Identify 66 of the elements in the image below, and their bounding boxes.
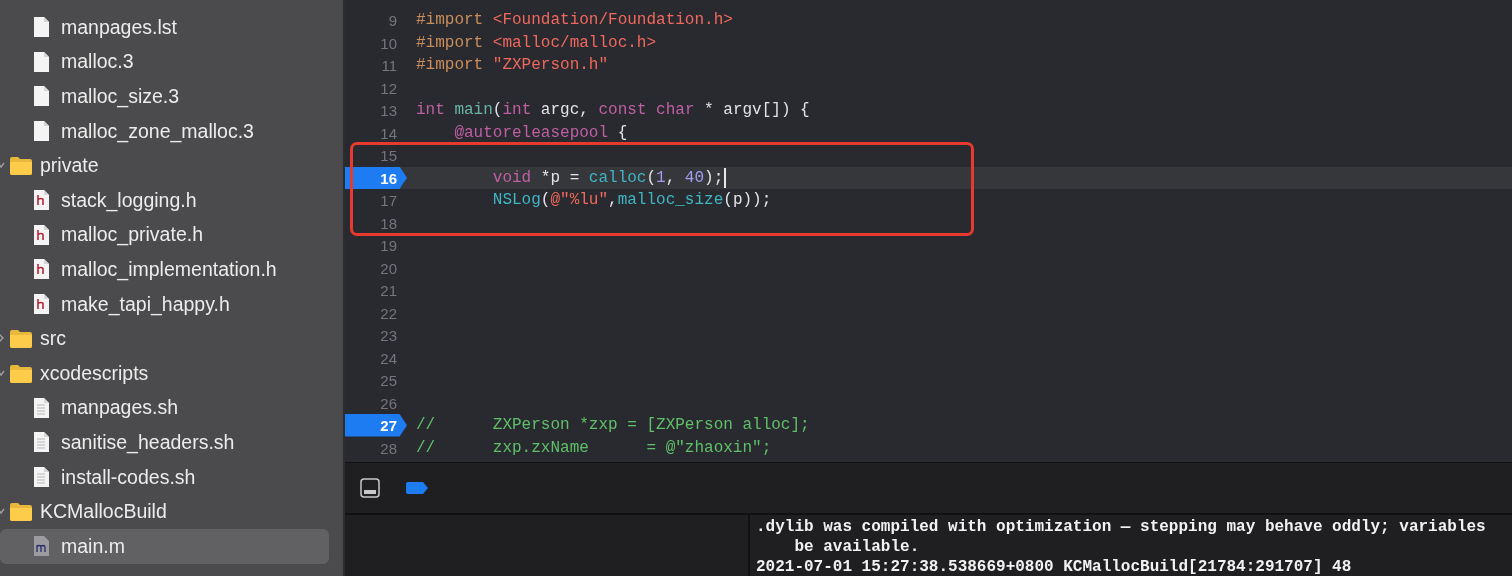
toggle-panel-button[interactable] (358, 476, 382, 500)
navigator-item[interactable]: stack_logging.h (0, 182, 329, 218)
line-number: 13 (379, 101, 398, 121)
code-line: int main(int argc, const char * argv[]) { (416, 101, 810, 120)
line-number: 12 (379, 78, 398, 99)
navigator-item[interactable]: malloc.3 (0, 44, 329, 80)
folder-icon (10, 363, 32, 383)
line-number: 23 (379, 326, 398, 346)
script-file-icon (33, 431, 50, 454)
line-number: 25 (379, 371, 398, 391)
line-number: 28 (379, 438, 398, 459)
line-number: 18 (379, 213, 398, 234)
header-file-icon (33, 223, 50, 246)
navigator-item[interactable]: make_tapi_happy.h (0, 286, 329, 322)
navigator-item[interactable]: manpages.sh (0, 390, 329, 426)
console-line: 2021-07-01 15:27:38.538669+0800 KCMallocBuild[21784:291707] 48 (756, 557, 1353, 576)
folder-icon (10, 329, 32, 349)
line-number: 10 (379, 33, 398, 54)
navigator-item[interactable]: malloc_implementation.h (0, 252, 329, 287)
code-line: #import "ZXPerson.h" (416, 56, 609, 75)
navigator-item[interactable]: malloc_zone_malloc.3 (0, 113, 329, 149)
console-line: be available. (793, 537, 921, 557)
code-line: @autoreleasepool { (453, 123, 628, 142)
folder-icon (10, 156, 32, 176)
console-line: .dylib was compiled with optimization — stepping may behave oddly; variables (756, 517, 1487, 537)
document-icon (33, 120, 50, 143)
document-icon (33, 16, 50, 39)
script-file-icon (33, 396, 50, 419)
document-icon (33, 85, 50, 108)
line-number: 9 (387, 11, 398, 31)
breakpoint-marker[interactable]: 27 (345, 414, 407, 437)
navigator-item[interactable]: xcodescripts (0, 355, 329, 391)
line-number: 22 (379, 303, 398, 324)
code-line: #import <Foundation/Foundation.h> (416, 11, 733, 30)
navigator-item[interactable]: src (0, 321, 329, 356)
line-number: 19 (379, 236, 398, 256)
code-line: #import <malloc/malloc.h> (416, 33, 657, 52)
header-file-icon (33, 189, 50, 212)
document-icon (33, 50, 50, 73)
navigator-item[interactable]: malloc_size.3 (0, 79, 329, 114)
line-number: 14 (379, 123, 398, 144)
header-file-icon (33, 258, 50, 281)
navigator-item[interactable]: main.m (0, 528, 329, 564)
line-number: 26 (379, 393, 398, 414)
navigator-item[interactable]: install-codes.sh (0, 459, 329, 495)
line-number: 15 (379, 146, 398, 166)
line-number: 11 (380, 56, 398, 76)
navigator-item[interactable]: sanitise_headers.sh (0, 425, 329, 460)
breakpoint-marker[interactable]: 16 (345, 166, 407, 189)
line-number: 24 (379, 348, 398, 369)
navigator-item[interactable]: manpages.lst (0, 10, 329, 45)
objc-file-icon (33, 535, 50, 558)
panel-icon (360, 478, 380, 498)
code-line: // ZXPerson *zxp = [ZXPerson alloc]; (416, 416, 810, 435)
navigator-item[interactable]: malloc_private.h (0, 217, 329, 253)
header-file-icon (33, 293, 50, 316)
navigator-item[interactable]: private (0, 148, 329, 183)
code-line: NSLog(@"%lu",malloc_size(p)); (491, 191, 772, 210)
line-number: 20 (379, 258, 398, 279)
line-number: 21 (379, 281, 398, 301)
line-number: 17 (379, 191, 398, 211)
code-line: void *p = calloc(1, 40); (416, 167, 727, 188)
navigator-item[interactable]: KCMallocBuild (0, 494, 329, 529)
code-line: // zxp.zxName = @"zhaoxin"; (416, 438, 772, 457)
folder-icon (10, 502, 32, 522)
script-file-icon (33, 466, 50, 488)
